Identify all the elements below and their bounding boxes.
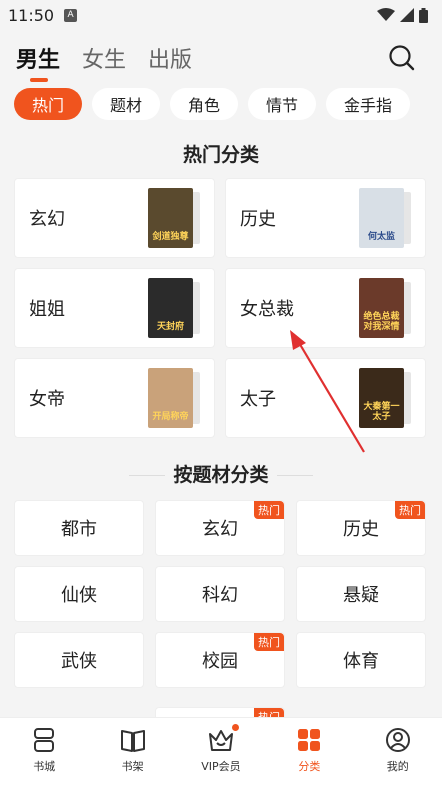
tab-publish[interactable]: 出版 <box>148 42 192 74</box>
tab-female[interactable]: 女生 <box>82 42 126 74</box>
notification-dot <box>231 724 239 731</box>
book-cover: 绝色总裁 对我深情 <box>359 278 411 338</box>
hot-category-card[interactable]: 历史何太监 <box>225 178 426 258</box>
title-divider-right <box>276 475 313 476</box>
vip-crown-icon <box>208 730 233 751</box>
book-cover-title: 开局称帝 <box>152 412 189 422</box>
chip-plot[interactable]: 情节 <box>248 88 316 120</box>
theme-section-title: 按题材分类 <box>0 460 442 486</box>
theme-category-cell[interactable]: 玄幻 热门 <box>155 500 285 556</box>
theme-category-cell[interactable]: 武侠 <box>14 632 144 688</box>
theme-category-cell[interactable]: 都市 <box>14 500 144 556</box>
nav-category-label: 分类 <box>298 760 321 773</box>
book-cover: 大秦第一 太子 <box>359 368 411 428</box>
book-cover: 开局称帝 <box>148 368 200 428</box>
title-divider-left <box>129 475 166 476</box>
hot-category-label: 女总裁 <box>240 299 294 320</box>
hot-category-label: 女帝 <box>29 389 65 410</box>
theme-category-label: 体育 <box>343 651 379 672</box>
chip-theme[interactable]: 题材 <box>92 88 160 120</box>
battery-icon <box>419 7 428 23</box>
theme-category-cell[interactable]: 仙侠 <box>14 566 144 622</box>
filter-chips: 热门 题材 角色 情节 金手指 <box>0 88 442 122</box>
hot-category-card[interactable]: 女帝开局称帝 <box>14 358 215 438</box>
hot-category-label: 姐姐 <box>29 299 65 320</box>
theme-section-title-text: 按题材分类 <box>173 464 269 486</box>
theme-category-label: 都市 <box>61 519 97 540</box>
hot-section-title-text: 热门分类 <box>182 144 259 166</box>
theme-category-cell[interactable]: 悬疑 <box>296 566 426 622</box>
theme-category-cell[interactable]: 校园 热门 <box>155 632 285 688</box>
book-cover-title: 何太监 <box>367 232 395 242</box>
hot-category-card[interactable]: 姐姐天封府 <box>14 268 215 348</box>
theme-category-label: 科幻 <box>202 585 238 606</box>
bookstore-icon <box>34 728 55 752</box>
bottom-nav: 书城 书架 VIP会员 分类 我的 <box>0 717 442 787</box>
hot-category-card[interactable]: 女总裁绝色总裁 对我深情 <box>225 268 426 348</box>
theme-category-label: 校园 <box>202 651 238 672</box>
nav-bookshelf[interactable]: 书架 <box>89 726 177 774</box>
status-time: 11:50 <box>8 5 55 25</box>
hot-category-card[interactable]: 太子大秦第一 太子 <box>225 358 426 438</box>
book-cover: 剑道独尊 <box>148 188 200 248</box>
notification-badge-icon: A <box>64 8 78 22</box>
hot-category-grid: 玄幻 剑道独尊 历史 何太监 姐姐 天封府 女总裁 绝色总裁 对我深情 女帝 开局称帝 太子 大秦第一… <box>0 178 442 438</box>
tab-male[interactable]: 男生 <box>16 42 60 82</box>
nav-profile[interactable]: 我的 <box>354 726 442 774</box>
book-cover-title: 天封府 <box>156 322 184 332</box>
theme-category-label: 悬疑 <box>343 585 379 606</box>
theme-category-label: 仙侠 <box>61 585 97 606</box>
chip-hot[interactable]: 热门 <box>14 88 82 120</box>
cellular-icon <box>400 8 414 22</box>
hot-category-card[interactable]: 玄幻剑道独尊 <box>14 178 215 258</box>
hot-section-title: 热门分类 <box>0 140 442 166</box>
nav-profile-label: 我的 <box>386 760 409 773</box>
hot-category-label: 玄幻 <box>29 209 65 230</box>
theme-category-grid: 都市 玄幻 热门 历史 热门 仙侠 科幻 悬疑 武侠 校园 热门 体育 <box>0 500 442 688</box>
category-grid-icon <box>298 729 321 751</box>
wifi-icon <box>377 8 395 21</box>
status-bar: 11:50 A <box>0 0 442 30</box>
nav-bookstore[interactable]: 书城 <box>0 726 88 774</box>
book-cover-title: 绝色总裁 对我深情 <box>363 312 400 332</box>
hot-category-label: 太子 <box>240 389 276 410</box>
book-cover: 何太监 <box>359 188 411 248</box>
chip-role[interactable]: 角色 <box>170 88 238 120</box>
theme-category-label: 玄幻 <box>202 519 238 540</box>
hot-category-label: 历史 <box>240 209 276 230</box>
hot-badge: 热门 <box>254 501 284 519</box>
search-icon[interactable] <box>388 44 416 72</box>
nav-bookstore-label: 书城 <box>33 760 56 773</box>
nav-bookshelf-label: 书架 <box>121 760 144 773</box>
book-cover-title: 大秦第一 太子 <box>363 402 400 422</box>
nav-vip-label: VIP会员 <box>201 760 241 773</box>
theme-category-cell[interactable]: 科幻 <box>155 566 285 622</box>
theme-category-cell[interactable]: 历史 热门 <box>296 500 426 556</box>
theme-category-label: 武侠 <box>61 651 97 672</box>
theme-category-cell[interactable]: 体育 <box>296 632 426 688</box>
book-cover-title: 剑道独尊 <box>152 232 189 242</box>
chip-golden-finger[interactable]: 金手指 <box>326 88 410 120</box>
profile-icon <box>385 728 410 752</box>
bookshelf-icon <box>120 730 145 752</box>
book-cover: 天封府 <box>148 278 200 338</box>
theme-category-label: 历史 <box>343 519 379 540</box>
hot-badge: 热门 <box>395 501 425 519</box>
gender-tabs: 男生 女生 出版 <box>0 30 442 86</box>
nav-category[interactable]: 分类 <box>265 726 353 774</box>
nav-vip[interactable]: VIP会员 <box>177 724 265 774</box>
hot-badge: 热门 <box>254 633 284 651</box>
